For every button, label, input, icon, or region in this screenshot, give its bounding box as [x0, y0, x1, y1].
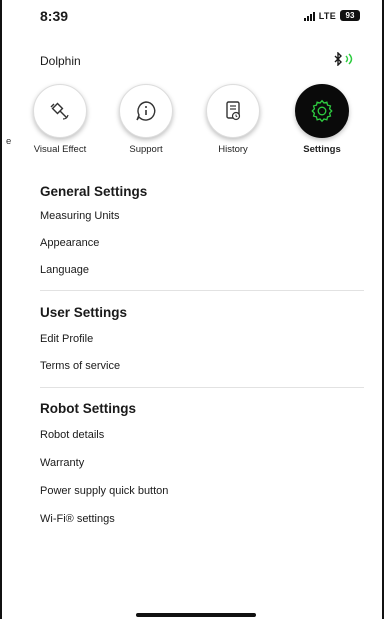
measuring-units-item[interactable]: Measuring Units — [40, 210, 364, 222]
status-time: 8:39 — [40, 8, 69, 24]
status-indicators: LTE 93 — [303, 10, 360, 21]
wifi-settings-item[interactable]: Wi-Fi® settings — [40, 513, 364, 525]
tab-settings[interactable]: Settings — [282, 84, 362, 155]
tab-history-button[interactable] — [206, 84, 260, 138]
feature-tabs: Visual Effect Support History Settings — [0, 84, 388, 156]
bluetooth-icon — [334, 52, 342, 66]
network-label: LTE — [318, 10, 336, 21]
gear-icon — [311, 99, 333, 123]
app-header: Dolphin — [0, 46, 388, 74]
signal-waves-icon — [345, 53, 353, 65]
general-settings-section: General Settings — [40, 184, 364, 199]
tab-settings-button[interactable] — [295, 84, 349, 138]
tab-support-button[interactable] — [119, 84, 173, 138]
appearance-item[interactable]: Appearance — [40, 237, 364, 249]
tab-visual-effect-button[interactable] — [33, 84, 87, 138]
tab-visual-effect[interactable]: Visual Effect — [20, 84, 100, 155]
edit-profile-item[interactable]: Edit Profile — [40, 333, 364, 345]
partial-tab-label: e — [6, 136, 12, 147]
bluetooth-connected-icon[interactable] — [334, 52, 356, 66]
terms-of-service-item[interactable]: Terms of service — [40, 360, 364, 372]
warranty-item[interactable]: Warranty — [40, 457, 364, 469]
tab-label: Settings — [303, 144, 341, 155]
user-settings-section: User Settings — [40, 305, 364, 320]
tab-label: History — [218, 144, 248, 155]
tab-history[interactable]: History — [193, 84, 273, 155]
robot-name: Dolphin — [40, 54, 81, 68]
power-supply-quick-button-item[interactable]: Power supply quick button — [40, 485, 364, 497]
home-indicator[interactable] — [136, 613, 256, 617]
tab-support[interactable]: Support — [106, 84, 186, 155]
divider — [40, 290, 364, 291]
section-heading: General Settings — [40, 184, 148, 199]
divider — [40, 387, 364, 388]
tab-label: Visual Effect — [33, 144, 87, 155]
satellite-icon — [50, 102, 69, 120]
tab-label: Support — [129, 144, 163, 155]
section-heading: Robot Settings — [40, 401, 136, 416]
section-heading: User Settings — [40, 305, 128, 320]
battery-icon: 93 — [340, 10, 360, 21]
info-bubble-icon — [136, 101, 156, 121]
signal-icon — [303, 11, 315, 21]
history-clipboard-icon — [226, 101, 241, 121]
robot-details-item[interactable]: Robot details — [40, 429, 364, 441]
language-item[interactable]: Language — [40, 264, 364, 276]
status-bar: 8:39 LTE 93 — [0, 0, 388, 36]
robot-settings-section: Robot Settings — [40, 401, 364, 416]
